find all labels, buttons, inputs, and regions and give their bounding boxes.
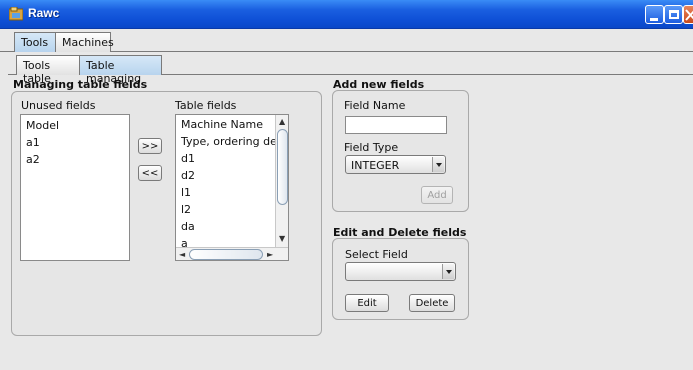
app-window: Rawc Tools Machines Tools table Table ma… bbox=[0, 0, 693, 370]
minimize-button[interactable] bbox=[645, 5, 664, 24]
horizontal-scroll-thumb[interactable] bbox=[189, 249, 263, 260]
field-type-value: INTEGER bbox=[351, 159, 400, 172]
close-icon bbox=[685, 9, 693, 21]
field-type-label: Field Type bbox=[344, 141, 399, 154]
list-item[interactable]: d2 bbox=[181, 169, 195, 182]
window-title: Rawc bbox=[28, 6, 60, 20]
scroll-left-icon[interactable]: ◄ bbox=[179, 251, 185, 259]
vertical-scrollbar[interactable]: ▲ ▼ bbox=[275, 115, 288, 247]
list-item[interactable]: Machine Name bbox=[181, 118, 263, 131]
table-fields-label: Table fields bbox=[175, 99, 237, 112]
list-item[interactable]: Type, ordering descr. bbox=[181, 135, 288, 148]
delete-button-label: Delete bbox=[415, 297, 449, 309]
field-name-input[interactable] bbox=[345, 116, 447, 134]
tab-tools[interactable]: Tools bbox=[14, 32, 56, 52]
tab-machines-label: Machines bbox=[62, 36, 114, 49]
unused-fields-label: Unused fields bbox=[21, 99, 96, 112]
add-button[interactable]: Add bbox=[421, 186, 453, 204]
list-item[interactable]: d1 bbox=[181, 152, 195, 165]
title-bar[interactable]: Rawc bbox=[0, 0, 693, 29]
field-type-select[interactable]: INTEGER bbox=[345, 155, 446, 174]
list-item[interactable]: l1 bbox=[181, 186, 191, 199]
maximize-icon bbox=[669, 10, 679, 19]
tab-machines[interactable]: Machines bbox=[55, 32, 114, 52]
chevron-down-icon[interactable] bbox=[442, 264, 454, 279]
list-item[interactable]: a1 bbox=[26, 136, 40, 149]
tab-tools-label: Tools bbox=[21, 36, 49, 49]
chevron-down-icon[interactable] bbox=[432, 157, 444, 172]
tab-tools-table[interactable]: Tools table bbox=[16, 55, 80, 85]
minimize-icon bbox=[650, 18, 658, 21]
edit-button-label: Edit bbox=[357, 297, 377, 309]
managing-title: Managing table fields bbox=[13, 78, 148, 91]
list-item[interactable]: da bbox=[181, 220, 195, 233]
list-item[interactable]: Model bbox=[26, 119, 59, 132]
maximize-button[interactable] bbox=[664, 5, 683, 24]
table-fields-list[interactable]: Machine Name Type, ordering descr. d1 d2… bbox=[175, 114, 289, 261]
tab-table-managing[interactable]: Table managing bbox=[79, 55, 162, 85]
list-item[interactable]: l2 bbox=[181, 203, 191, 216]
list-item[interactable]: a2 bbox=[26, 153, 40, 166]
select-field-dropdown[interactable] bbox=[345, 262, 456, 281]
move-right-button[interactable]: >> bbox=[138, 138, 162, 154]
field-name-label: Field Name bbox=[344, 99, 406, 112]
sub-tab-divider bbox=[162, 74, 693, 75]
main-tab-divider-left bbox=[0, 51, 14, 52]
app-icon bbox=[9, 7, 23, 21]
scroll-up-icon[interactable]: ▲ bbox=[279, 118, 285, 126]
select-field-label: Select Field bbox=[345, 248, 408, 261]
move-left-label: << bbox=[141, 167, 159, 179]
delete-button[interactable]: Delete bbox=[409, 294, 455, 312]
scroll-down-icon[interactable]: ▼ bbox=[279, 235, 285, 243]
move-right-label: >> bbox=[141, 140, 159, 152]
unused-fields-list[interactable]: Model a1 a2 bbox=[20, 114, 130, 261]
horizontal-scrollbar[interactable]: ◄ ► bbox=[176, 247, 288, 260]
move-left-button[interactable]: << bbox=[138, 165, 162, 181]
vertical-scroll-thumb[interactable] bbox=[277, 129, 288, 205]
main-tab-divider bbox=[111, 51, 693, 52]
close-button[interactable] bbox=[683, 5, 693, 24]
edit-button[interactable]: Edit bbox=[345, 294, 389, 312]
scroll-right-icon[interactable]: ► bbox=[267, 251, 273, 259]
add-button-label: Add bbox=[427, 189, 447, 201]
sub-tab-divider-left bbox=[8, 74, 16, 75]
